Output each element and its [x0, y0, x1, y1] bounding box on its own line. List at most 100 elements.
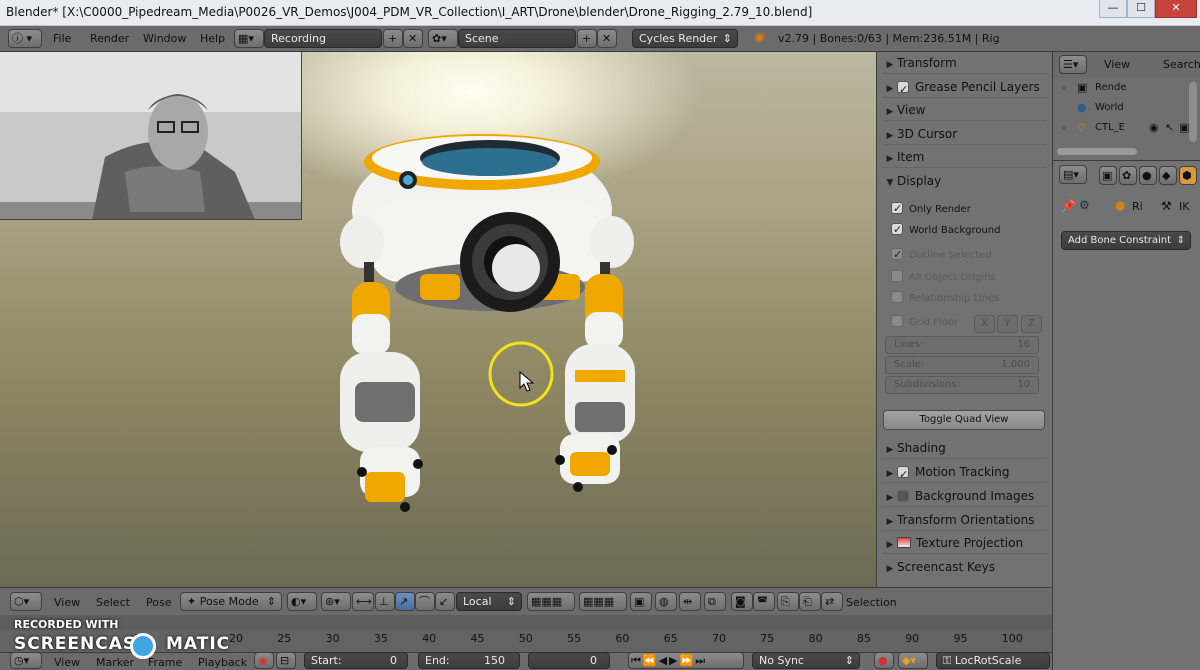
outliner-editor-type-button[interactable]: ☰▾	[1059, 55, 1087, 74]
panel-texture-projection[interactable]: ▶ Texture Projection	[883, 532, 1047, 554]
lock-preview-range-button[interactable]: ⊟	[276, 652, 296, 669]
outliner-view-menu[interactable]: View	[1104, 58, 1130, 71]
panel-screencast-keys[interactable]: ▶ Screencast Keys	[883, 556, 1047, 578]
world-background-checkbox[interactable]	[891, 221, 903, 239]
pin-icon[interactable]: 📌	[1061, 199, 1076, 213]
scale-manipulator-button[interactable]: ↙	[435, 592, 455, 611]
close-button[interactable]: ✕	[1155, 0, 1197, 18]
menu-render[interactable]: Render	[90, 32, 129, 45]
scene-selector[interactable]: ✿▾	[428, 29, 458, 48]
current-frame-field[interactable]: 0	[528, 652, 610, 669]
render-engine-dropdown[interactable]: Cycles Render ⇕	[632, 29, 738, 48]
outliner-item-render[interactable]: Rende	[1095, 82, 1127, 93]
grid-axis-z-toggle[interactable]: Z	[1021, 315, 1042, 333]
pose-menu[interactable]: Pose	[146, 596, 171, 609]
3d-viewport[interactable]	[0, 52, 876, 587]
panel-transform-orientations[interactable]: ▶ Transform Orientations	[883, 509, 1047, 531]
remove-layout-button[interactable]: ✕	[403, 29, 423, 48]
rotate-manipulator-button[interactable]: ↗	[395, 592, 415, 611]
bone-name-crumb[interactable]: Ri	[1132, 200, 1143, 213]
remove-scene-button[interactable]: ✕	[597, 29, 617, 48]
interaction-mode-dropdown[interactable]: ✦ Pose Mode ⇕	[180, 592, 282, 611]
screen-layout-selector[interactable]: ▦▾	[234, 29, 264, 48]
scene-name-field[interactable]: Scene	[458, 29, 576, 48]
add-bone-constraint-dropdown[interactable]: Add Bone Constraint ⇕	[1061, 231, 1191, 250]
all-object-origins-checkbox[interactable]	[891, 270, 903, 282]
outliner-item-world[interactable]: World	[1095, 102, 1124, 113]
panel-transform[interactable]: ▶ Transform	[883, 52, 1047, 74]
motion-tracking-checkbox[interactable]	[897, 464, 909, 486]
grid-axis-y-toggle[interactable]: Y	[997, 315, 1018, 333]
start-frame-field[interactable]: Start: 0	[304, 652, 408, 669]
add-scene-button[interactable]: +	[577, 29, 597, 48]
editor-type-info-button[interactable]: ⓘ ▾	[8, 29, 42, 48]
maximize-button[interactable]: ☐	[1127, 0, 1155, 18]
render-animation-button[interactable]: ◚	[753, 592, 775, 611]
lock-camera-button[interactable]: ▣	[630, 592, 652, 611]
copy-pose-button[interactable]: ⎘	[777, 592, 799, 611]
keying-set-dropdown[interactable]: ⚿ LocRotScale	[936, 652, 1050, 669]
transform-orientation-dropdown[interactable]: Local ⇕	[456, 592, 522, 611]
grid-scale-field[interactable]: Scale: 1.000	[885, 356, 1039, 374]
outliner-scrollbar[interactable]	[1057, 148, 1137, 155]
bone-xray-button[interactable]: ⇹	[679, 592, 701, 611]
only-render-checkbox[interactable]	[891, 200, 903, 218]
all-object-origins-option[interactable]: All Object Origins	[891, 269, 996, 287]
panel-motion-tracking[interactable]: ▶ Motion Tracking	[883, 461, 1047, 486]
layers-grid-left[interactable]: ▦▦▦	[527, 592, 575, 611]
menu-file[interactable]: File	[53, 32, 71, 45]
panel-item[interactable]: ▶ Item	[883, 146, 1047, 168]
curve-manipulator-button[interactable]: ⌒	[415, 592, 435, 611]
3d-view-editor-type-button[interactable]: ⬡▾	[10, 592, 42, 611]
paste-pose-button[interactable]: ⎗	[799, 592, 821, 611]
render-still-button[interactable]: ◙	[731, 592, 753, 611]
scene-tab-icon[interactable]: ✿	[1119, 166, 1137, 185]
auto-keying-button[interactable]: ●	[874, 652, 894, 669]
add-layout-button[interactable]: +	[383, 29, 403, 48]
ik-constraint-crumb[interactable]: IK	[1179, 200, 1189, 213]
menu-window[interactable]: Window	[143, 32, 186, 45]
panel-shading[interactable]: ▶ Shading	[883, 437, 1047, 459]
select-menu[interactable]: Select	[96, 596, 130, 609]
render-tab-icon[interactable]: ▣	[1099, 166, 1117, 185]
outliner-search-menu[interactable]: Search	[1163, 58, 1200, 71]
proportional-edit-button[interactable]: ◍	[655, 592, 677, 611]
world-tab-icon[interactable]: ●	[1139, 166, 1157, 185]
panel-view[interactable]: ▶ View	[883, 99, 1047, 121]
grid-lines-field[interactable]: Lines: 16	[885, 336, 1039, 354]
snap-button[interactable]: ⧉	[704, 592, 726, 611]
sync-mode-dropdown[interactable]: No Sync ⇕	[752, 652, 860, 669]
menu-help[interactable]: Help	[200, 32, 225, 45]
outliner-vertical-scrollbar[interactable]	[1189, 82, 1197, 142]
translate-manipulator-button[interactable]: ⊥	[375, 592, 395, 611]
panel-grease-pencil-layers[interactable]: ▶ Grease Pencil Layers	[883, 76, 1047, 101]
layout-name-field[interactable]: Recording	[264, 29, 382, 48]
paste-flipped-pose-button[interactable]: ⇄	[821, 592, 843, 611]
grid-subdivisions-field[interactable]: Subdivisions: 10	[885, 376, 1039, 394]
minimize-button[interactable]: —	[1099, 0, 1127, 18]
panel-display[interactable]: ▼ Display	[883, 170, 1047, 192]
keying-mode-button[interactable]: ◆▾	[898, 652, 928, 669]
relationship-lines-checkbox[interactable]	[891, 291, 903, 303]
pivot-point-button[interactable]: ⊛▾	[321, 592, 351, 611]
relationship-lines-option[interactable]: Relationship Lines	[891, 290, 1000, 308]
grease-pencil-checkbox[interactable]	[897, 79, 909, 101]
view-menu[interactable]: View	[54, 596, 80, 609]
outliner-item-ctl[interactable]: CTL_E	[1095, 122, 1125, 133]
render-camera-icon[interactable]: ▣	[1179, 121, 1189, 134]
properties-editor-type-button[interactable]: ▤▾	[1059, 165, 1087, 184]
panel-background-images[interactable]: ▶ Background Images	[883, 485, 1047, 507]
toggle-quad-view-button[interactable]: Toggle Quad View	[883, 410, 1045, 430]
only-render-option[interactable]: Only Render	[891, 200, 971, 219]
grid-axis-x-toggle[interactable]: X	[974, 315, 995, 333]
panel-3d-cursor[interactable]: ▶ 3D Cursor	[883, 123, 1047, 145]
record-keyframes-toggle[interactable]: ◉	[254, 652, 274, 669]
select-arrow-icon[interactable]: ↖	[1165, 121, 1174, 134]
end-frame-field[interactable]: End: 150	[418, 652, 520, 669]
viewport-shading-button[interactable]: ◐▾	[287, 592, 317, 611]
grid-floor-checkbox[interactable]	[891, 315, 903, 327]
bone-constraint-tab-icon[interactable]: ⬢	[1179, 166, 1197, 185]
outline-selected-option[interactable]: Outline Selected	[891, 246, 992, 265]
playback-controls[interactable]: ⏮⏪◀▶⏩⏭	[628, 652, 744, 669]
background-images-checkbox[interactable]	[897, 490, 909, 502]
